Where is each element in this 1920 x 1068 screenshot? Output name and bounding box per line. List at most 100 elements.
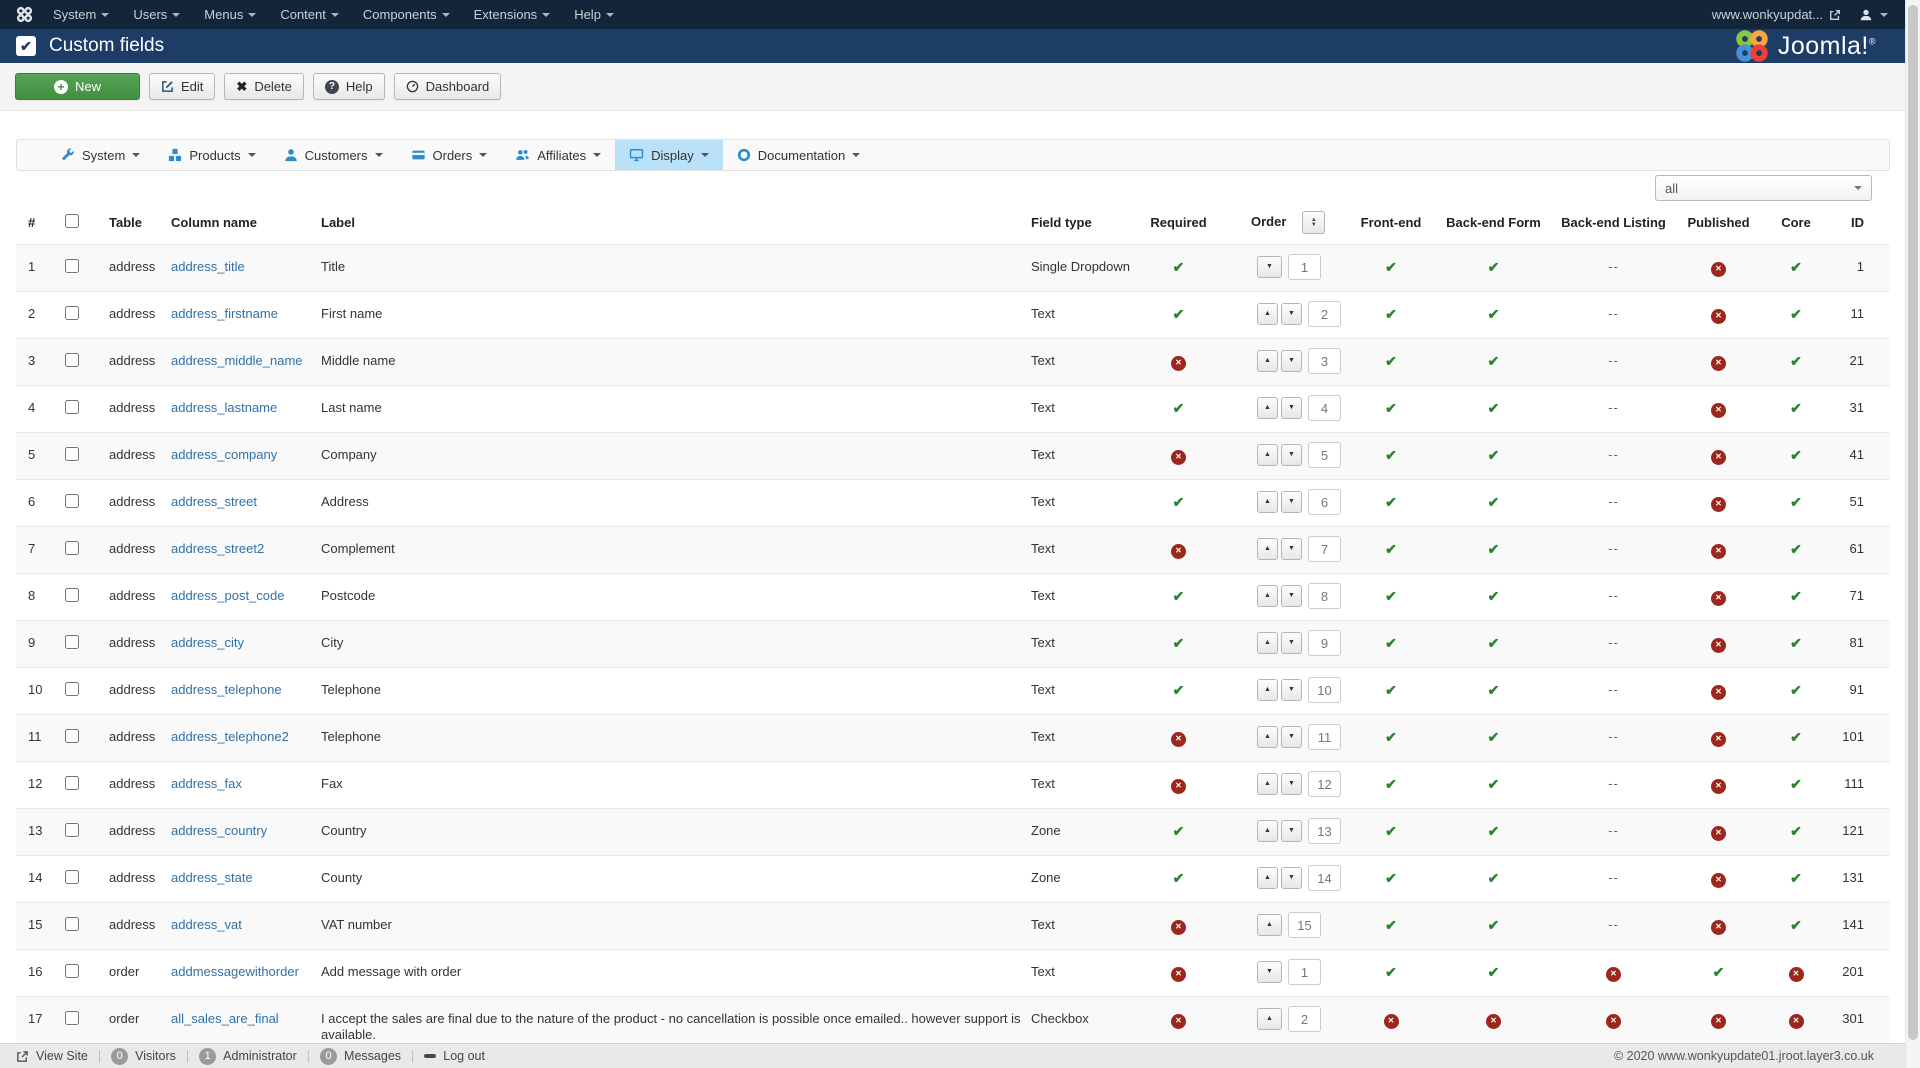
order-down-button[interactable]: ▼: [1257, 256, 1282, 278]
published-status-icon[interactable]: ✕: [1711, 261, 1726, 277]
published-status-icon[interactable]: ✕: [1711, 355, 1726, 371]
user-menu[interactable]: [1859, 8, 1888, 22]
order-down-button[interactable]: ▼: [1281, 444, 1302, 466]
nav-products[interactable]: Products: [154, 140, 269, 170]
published-status-icon[interactable]: ✕: [1711, 684, 1726, 700]
order-value-input[interactable]: [1308, 677, 1341, 703]
order-down-button[interactable]: ▼: [1257, 961, 1282, 983]
published-status-icon[interactable]: ✕: [1711, 402, 1726, 418]
order-value-input[interactable]: [1308, 771, 1341, 797]
order-value-input[interactable]: [1288, 959, 1321, 985]
order-up-button[interactable]: ▲: [1257, 773, 1278, 795]
order-up-button[interactable]: ▲: [1257, 914, 1282, 936]
column-name-link[interactable]: address_title: [171, 259, 245, 274]
order-value-input[interactable]: [1288, 254, 1321, 280]
row-checkbox[interactable]: [65, 306, 79, 320]
menu-system[interactable]: System: [41, 0, 121, 29]
column-name-link[interactable]: addmessagewithorder: [171, 964, 299, 979]
row-checkbox[interactable]: [65, 400, 79, 414]
order-value-input[interactable]: [1288, 912, 1321, 938]
order-up-button[interactable]: ▲: [1257, 350, 1278, 372]
published-status-icon[interactable]: ✕: [1711, 1013, 1726, 1029]
nav-affiliates[interactable]: Affiliates: [501, 140, 615, 170]
row-checkbox[interactable]: [65, 588, 79, 602]
help-button[interactable]: ? Help: [312, 73, 385, 100]
order-down-button[interactable]: ▼: [1281, 350, 1302, 372]
row-checkbox[interactable]: [65, 682, 79, 696]
column-name-link[interactable]: address_post_code: [171, 588, 284, 603]
published-status-icon[interactable]: ✕: [1711, 919, 1726, 935]
edit-button[interactable]: Edit: [149, 73, 216, 100]
order-up-button[interactable]: ▲: [1257, 867, 1278, 889]
order-up-button[interactable]: ▲: [1257, 585, 1278, 607]
published-status-icon[interactable]: ✕: [1711, 496, 1726, 512]
row-checkbox[interactable]: [65, 823, 79, 837]
row-checkbox[interactable]: [65, 494, 79, 508]
scrollbar-thumb[interactable]: [1908, 5, 1918, 1040]
column-name-link[interactable]: address_street: [171, 494, 257, 509]
order-down-button[interactable]: ▼: [1281, 773, 1302, 795]
order-value-input[interactable]: [1308, 301, 1341, 327]
order-down-button[interactable]: ▼: [1281, 867, 1302, 889]
column-name-link[interactable]: address_vat: [171, 917, 242, 932]
nav-documentation[interactable]: Documentation: [723, 140, 874, 170]
menu-help[interactable]: Help: [562, 0, 626, 29]
order-down-button[interactable]: ▼: [1281, 726, 1302, 748]
nav-customers[interactable]: Customers: [270, 140, 397, 170]
column-name-link[interactable]: address_street2: [171, 541, 264, 556]
column-name-link[interactable]: all_sales_are_final: [171, 1011, 279, 1026]
row-checkbox[interactable]: [65, 776, 79, 790]
order-value-input[interactable]: [1308, 865, 1341, 891]
column-name-link[interactable]: address_telephone: [171, 682, 282, 697]
column-name-link[interactable]: address_lastname: [171, 400, 277, 415]
published-status-icon[interactable]: ✕: [1711, 590, 1726, 606]
order-value-input[interactable]: [1308, 442, 1341, 468]
column-name-link[interactable]: address_company: [171, 447, 277, 462]
order-value-input[interactable]: [1308, 630, 1341, 656]
menu-content[interactable]: Content: [268, 0, 351, 29]
published-status-icon[interactable]: ✕: [1711, 825, 1726, 841]
order-value-input[interactable]: [1308, 489, 1341, 515]
published-status-icon[interactable]: ✕: [1711, 637, 1726, 653]
menu-extensions[interactable]: Extensions: [462, 0, 563, 29]
administrators-status[interactable]: 1 Administrator: [199, 1047, 297, 1065]
view-site-link[interactable]: View Site: [16, 1049, 88, 1063]
order-down-button[interactable]: ▼: [1281, 303, 1302, 325]
order-up-button[interactable]: ▲: [1257, 538, 1278, 560]
column-name-link[interactable]: address_city: [171, 635, 244, 650]
visitors-status[interactable]: 0 Visitors: [111, 1047, 176, 1065]
order-value-input[interactable]: [1308, 536, 1341, 562]
delete-button[interactable]: ✖ Delete: [224, 73, 304, 100]
column-name-link[interactable]: address_telephone2: [171, 729, 289, 744]
order-value-input[interactable]: [1308, 724, 1341, 750]
published-status-icon[interactable]: ✕: [1711, 308, 1726, 324]
order-value-input[interactable]: [1308, 348, 1341, 374]
order-down-button[interactable]: ▼: [1281, 491, 1302, 513]
order-up-button[interactable]: ▲: [1257, 444, 1278, 466]
order-value-input[interactable]: [1308, 583, 1341, 609]
order-down-button[interactable]: ▼: [1281, 538, 1302, 560]
column-name-link[interactable]: address_firstname: [171, 306, 278, 321]
published-status-icon[interactable]: ✕: [1711, 778, 1726, 794]
dashboard-button[interactable]: Dashboard: [393, 73, 502, 100]
column-name-link[interactable]: address_country: [171, 823, 267, 838]
menu-users[interactable]: Users: [121, 0, 192, 29]
order-down-button[interactable]: ▼: [1281, 679, 1302, 701]
order-up-button[interactable]: ▲: [1257, 679, 1278, 701]
order-up-button[interactable]: ▲: [1257, 820, 1278, 842]
new-button[interactable]: + New: [15, 73, 140, 100]
published-status-icon[interactable]: ✕: [1711, 449, 1726, 465]
published-status-icon[interactable]: ✔: [1713, 964, 1725, 980]
row-checkbox[interactable]: [65, 259, 79, 273]
row-checkbox[interactable]: [65, 729, 79, 743]
row-checkbox[interactable]: [65, 964, 79, 978]
table-filter-select[interactable]: all: [1655, 175, 1872, 201]
logout-link[interactable]: Log out: [424, 1049, 485, 1063]
order-up-button[interactable]: ▲: [1257, 726, 1278, 748]
row-checkbox[interactable]: [65, 870, 79, 884]
order-value-input[interactable]: [1308, 395, 1341, 421]
column-name-link[interactable]: address_middle_name: [171, 353, 303, 368]
published-status-icon[interactable]: ✕: [1711, 872, 1726, 888]
menu-components[interactable]: Components: [351, 0, 462, 29]
row-checkbox[interactable]: [65, 541, 79, 555]
